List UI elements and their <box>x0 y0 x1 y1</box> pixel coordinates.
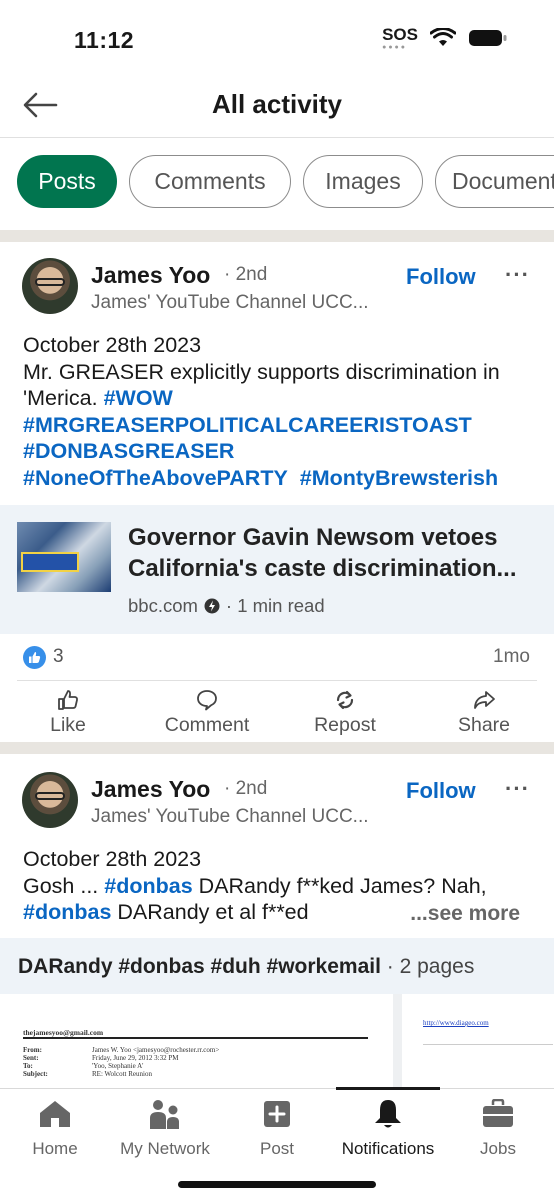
plus-square-icon <box>264 1101 290 1127</box>
tab-post[interactable]: Post <box>217 1097 337 1159</box>
tab-jobs[interactable]: Jobs <box>438 1097 554 1159</box>
follow-button[interactable]: Follow <box>406 264 476 290</box>
app-header: All activity <box>0 72 554 138</box>
comment-button[interactable]: Comment <box>147 686 267 737</box>
document-page: http://www.diageo.com <box>402 994 554 1090</box>
author-subtitle: James' YouTube Channel UCC... <box>91 292 369 313</box>
document-page: thejamesyoo@gmail.com From: James W. Yoo… <box>0 994 393 1090</box>
post-actions: Like Comment Repost Share <box>0 686 554 748</box>
document-preview[interactable]: thejamesyoo@gmail.com From: James W. Yoo… <box>0 994 554 1090</box>
active-tab-indicator <box>336 1087 440 1090</box>
document-header[interactable]: DARandy #donbas #duh #workemail · 2 page… <box>0 938 554 994</box>
tab-my-network[interactable]: My Network <box>105 1097 225 1159</box>
post-card: James Yoo · 2nd James' YouTube Channel U… <box>0 242 554 742</box>
connection-degree: · 2nd <box>224 264 268 285</box>
author-subtitle: James' YouTube Channel UCC... <box>91 806 369 827</box>
link-meta: bbc.com · 1 min read <box>128 595 325 617</box>
bottom-tab-bar: Home My Network Post Notifications Jobs <box>0 1087 554 1200</box>
see-more-link[interactable]: ...see more <box>410 902 520 926</box>
hashtag[interactable]: #WOW <box>104 386 173 410</box>
hashtag[interactable]: #donbas <box>23 900 111 924</box>
read-time: · 1 min read <box>225 595 325 616</box>
filter-chip-documents[interactable]: Documents <box>435 155 554 208</box>
status-bar: 11:12 SOS ●●●● <box>0 0 554 70</box>
page-title: All activity <box>211 89 343 119</box>
like-button[interactable]: Like <box>8 686 128 737</box>
share-icon <box>474 691 495 709</box>
repost-icon <box>336 690 354 710</box>
divider <box>17 680 537 681</box>
home-icon <box>40 1101 70 1127</box>
home-indicator <box>178 1181 376 1188</box>
feed-separator <box>0 742 554 754</box>
repost-button[interactable]: Repost <box>285 686 405 737</box>
network-icon <box>150 1100 179 1129</box>
like-icon <box>58 690 78 710</box>
connection-degree: · 2nd <box>224 778 268 799</box>
hashtag[interactable]: #MRGREASERPOLITICALCAREERISTOAST <box>23 413 472 437</box>
status-time: 11:12 <box>74 27 135 53</box>
author-name[interactable]: James Yoo <box>91 262 210 289</box>
wifi-icon <box>430 28 456 46</box>
post-text: October 28th 2023 Mr. GREASER explicitly… <box>23 333 500 490</box>
hashtag[interactable]: #DONBASGREASER <box>23 439 234 463</box>
bell-icon <box>375 1100 401 1128</box>
reactions-bar[interactable]: 3 1mo <box>0 634 554 682</box>
link-thumbnail <box>17 522 111 592</box>
reaction-count[interactable]: 3 <box>53 646 64 668</box>
status-icons: SOS ●●●● <box>382 25 508 51</box>
comment-icon <box>197 690 217 711</box>
link-preview-card[interactable]: Governor Gavin Newsom vetoes California'… <box>0 505 554 634</box>
bolt-icon <box>204 598 220 614</box>
more-options-button[interactable]: ··· <box>505 262 530 288</box>
filter-bar: Posts Comments Images Documents <box>0 138 554 230</box>
filter-chip-images[interactable]: Images <box>303 155 423 208</box>
like-reaction-icon <box>23 646 46 669</box>
feed-separator <box>0 230 554 242</box>
hashtag[interactable]: #NoneOfTheAbovePARTY <box>23 466 288 490</box>
follow-button[interactable]: Follow <box>406 778 476 804</box>
briefcase-icon <box>483 1099 513 1127</box>
sos-indicator: SOS ●●●● <box>382 25 418 51</box>
hashtag[interactable]: #MontyBrewsterish <box>300 466 498 490</box>
avatar[interactable] <box>22 772 78 828</box>
document-title: DARandy #donbas #duh #workemail · 2 page… <box>18 955 475 978</box>
link-title: Governor Gavin Newsom vetoes California'… <box>128 524 517 582</box>
filter-chip-comments[interactable]: Comments <box>129 155 291 208</box>
post-timestamp: 1mo <box>493 646 530 667</box>
filter-chip-posts[interactable]: Posts <box>17 155 117 208</box>
share-button[interactable]: Share <box>424 686 544 737</box>
hashtag[interactable]: #donbas <box>104 874 192 898</box>
battery-icon <box>469 30 507 46</box>
tab-home[interactable]: Home <box>0 1097 115 1159</box>
author-name[interactable]: James Yoo <box>91 776 210 803</box>
link-source: bbc.com <box>128 595 198 616</box>
avatar[interactable] <box>22 258 78 314</box>
more-options-button[interactable]: ··· <box>505 776 530 802</box>
tab-notifications[interactable]: Notifications <box>328 1097 448 1159</box>
